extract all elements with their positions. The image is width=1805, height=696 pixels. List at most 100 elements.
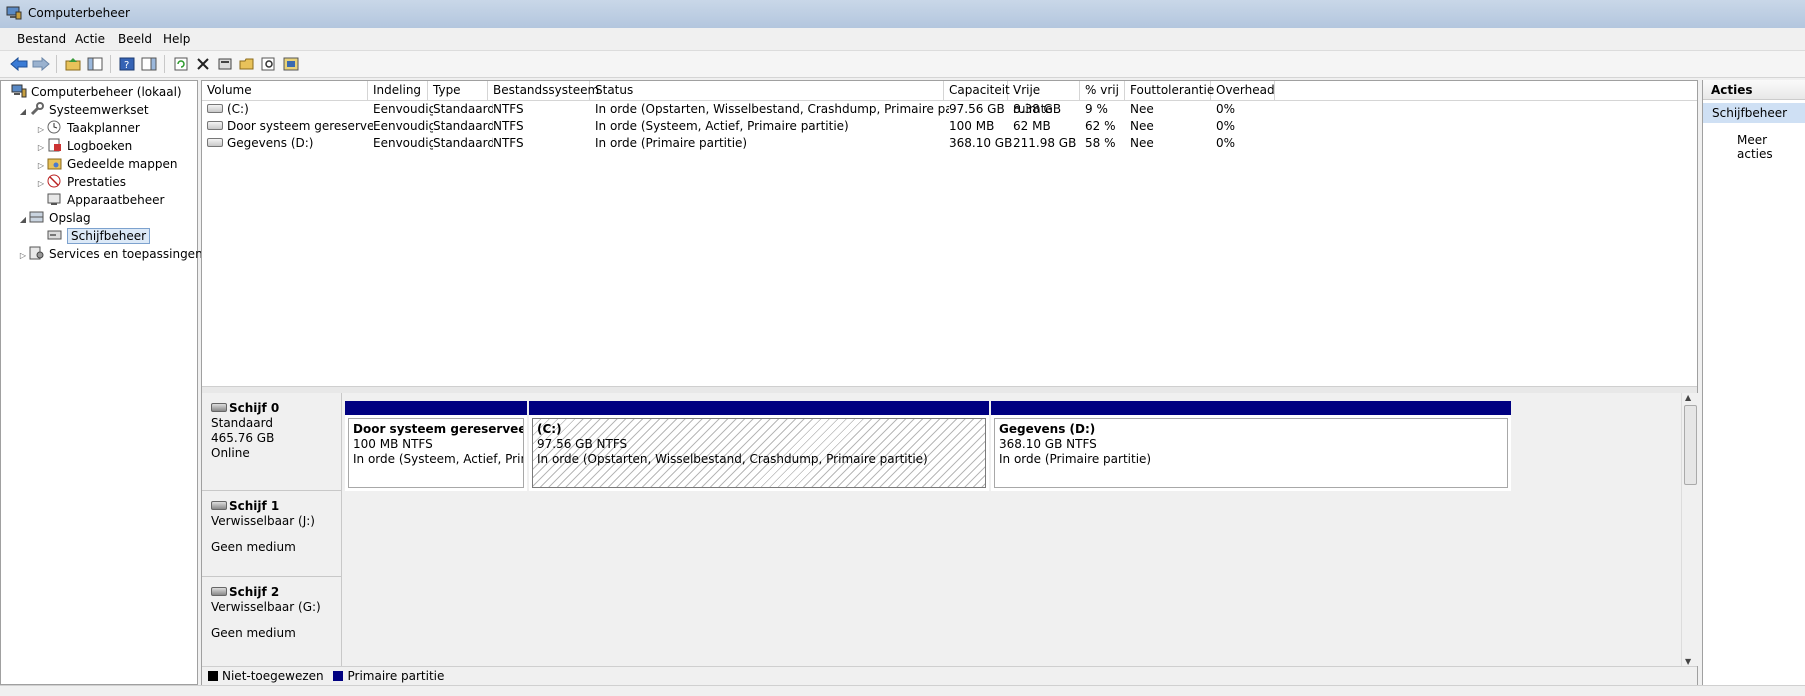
table-row[interactable]: Door systeem gereserveerd Eenvoudig Stan… bbox=[202, 118, 1697, 135]
toolbar-separator bbox=[110, 55, 111, 73]
tree-item-computerbeheer[interactable]: Computerbeheer (lokaal) bbox=[11, 83, 182, 101]
tree-item-apparaatbeheer[interactable]: Apparaatbeheer bbox=[47, 191, 164, 209]
tree-item-taakplanner[interactable]: ▷ Taakplanner bbox=[35, 119, 140, 137]
overhead-cell: 0% bbox=[1216, 102, 1236, 116]
column-header-vrije-ruimte[interactable]: Vrije ruimte bbox=[1008, 81, 1080, 116]
menu-actie[interactable]: Actie bbox=[75, 32, 105, 46]
column-header-procent-vrij[interactable]: % vrij bbox=[1080, 81, 1125, 100]
tree-item-systeemwerkset[interactable]: ◢ Systeemwerkset bbox=[17, 101, 149, 119]
computer-management-icon bbox=[6, 6, 22, 20]
scroll-thumb[interactable] bbox=[1684, 405, 1697, 485]
disk-0-partitions: Door systeem gereserveerd 100 MB NTFS In… bbox=[342, 393, 1669, 492]
fault-tolerance-cell: Nee bbox=[1130, 119, 1154, 133]
primary-partition-bar bbox=[529, 401, 989, 415]
drive-icon bbox=[207, 121, 223, 130]
column-header-type[interactable]: Type bbox=[428, 81, 488, 100]
more-actions-link[interactable]: Meer acties bbox=[1737, 133, 1805, 161]
partition-system-reserved[interactable]: Door systeem gereserveerd 100 MB NTFS In… bbox=[345, 401, 527, 491]
filesystem-cell: NTFS bbox=[493, 136, 524, 150]
help-icon[interactable]: ? bbox=[118, 55, 136, 73]
menu-beeld[interactable]: Beeld bbox=[118, 32, 152, 46]
volume-list: Volume Indeling Type Bestandssysteem Sta… bbox=[202, 81, 1697, 386]
tree-item-schijfbeheer[interactable]: Schijfbeheer bbox=[47, 227, 151, 245]
partition-d[interactable]: Gegevens (D:) 368.10 GB NTFS In orde (Pr… bbox=[991, 401, 1511, 491]
scroll-down-icon[interactable]: ▼ bbox=[1685, 657, 1691, 666]
column-header-indeling[interactable]: Indeling bbox=[368, 81, 428, 100]
delete-icon[interactable] bbox=[194, 55, 212, 73]
volume-cell: (C:) bbox=[202, 101, 373, 118]
disk-1-area bbox=[342, 491, 1669, 578]
menu-help[interactable]: Help bbox=[163, 32, 190, 46]
collapse-arrow-icon[interactable]: ◢ bbox=[17, 103, 29, 121]
up-folder-icon[interactable] bbox=[64, 55, 82, 73]
disk-map-scrollbar[interactable]: ▲ ▼ bbox=[1681, 393, 1698, 666]
properties-icon[interactable] bbox=[216, 55, 234, 73]
toolbar: ? bbox=[0, 51, 1805, 78]
table-row[interactable]: Gegevens (D:) Eenvoudig Standaard NTFS I… bbox=[202, 135, 1697, 152]
tree-item-opslag[interactable]: ◢ Opslag bbox=[17, 209, 91, 227]
primary-partition-bar bbox=[345, 401, 527, 415]
title-bar: Computerbeheer bbox=[0, 0, 1805, 28]
capacity-cell: 100 MB bbox=[949, 119, 995, 133]
percent-free-cell: 58 % bbox=[1085, 136, 1116, 150]
forward-icon[interactable] bbox=[32, 55, 50, 73]
show-hide-tree-icon[interactable] bbox=[86, 55, 104, 73]
scroll-up-icon[interactable]: ▲ bbox=[1685, 393, 1691, 402]
tree-item-gedeelde-mappen[interactable]: ▷ Gedeelde mappen bbox=[35, 155, 178, 173]
disk-1-label[interactable]: Schijf 1 Verwisselbaar (J:) Geen medium bbox=[202, 491, 342, 577]
show-hide-actions-icon[interactable] bbox=[140, 55, 158, 73]
column-header-overhead[interactable]: Overhead bbox=[1211, 81, 1275, 100]
column-header-capaciteit[interactable]: Capaciteit bbox=[944, 81, 1010, 100]
percent-free-cell: 9 % bbox=[1085, 102, 1108, 116]
layout-cell: Eenvoudig bbox=[373, 119, 433, 133]
menu-bestand[interactable]: Bestand bbox=[17, 32, 66, 46]
table-row[interactable]: (C:) Eenvoudig Standaard NTFS In orde (O… bbox=[202, 101, 1697, 118]
capacity-cell: 97.56 GB bbox=[949, 102, 1005, 116]
drive-icon bbox=[207, 138, 223, 147]
performance-icon bbox=[47, 174, 63, 188]
services-icon bbox=[29, 246, 45, 260]
volume-list-header: Volume Indeling Type Bestandssysteem Sta… bbox=[202, 81, 1697, 116]
free-space-cell: 211.98 GB bbox=[1013, 136, 1077, 150]
expand-arrow-icon[interactable]: ▷ bbox=[35, 175, 47, 193]
tree-item-prestaties[interactable]: ▷ Prestaties bbox=[35, 173, 126, 191]
column-header-fouttolerantie[interactable]: Fouttolerantie bbox=[1125, 81, 1214, 100]
type-cell: Standaard bbox=[433, 136, 493, 150]
menu-bar: Bestand Actie Beeld Help bbox=[0, 28, 1805, 51]
status-cell: In orde (Primaire partitie) bbox=[595, 136, 748, 150]
toolbar-separator bbox=[56, 55, 57, 73]
status-bar bbox=[0, 685, 1805, 696]
tree-item-logboeken[interactable]: ▷ Logboeken bbox=[35, 137, 132, 155]
overhead-cell: 0% bbox=[1216, 119, 1236, 133]
disk-map: Schijf 0 Standaard 465.76 GB Online Door… bbox=[202, 393, 1697, 666]
column-header-volume[interactable]: Volume bbox=[202, 81, 368, 100]
window-title: Computerbeheer bbox=[28, 6, 130, 20]
open-folder-icon[interactable] bbox=[238, 55, 256, 73]
partition-c[interactable]: (C:) 97.56 GB NTFS In orde (Opstarten, W… bbox=[529, 401, 989, 491]
settings-icon[interactable] bbox=[282, 55, 300, 73]
primary-partition-bar bbox=[991, 401, 1511, 415]
collapse-arrow-icon[interactable]: ◢ bbox=[17, 211, 29, 229]
expand-arrow-icon[interactable]: ▷ bbox=[17, 247, 29, 265]
type-cell: Standaard bbox=[433, 119, 493, 133]
refresh-icon[interactable] bbox=[172, 55, 190, 73]
disk-2-label[interactable]: Schijf 2 Verwisselbaar (G:) Geen medium bbox=[202, 577, 342, 666]
actions-section-schijfbeheer[interactable]: Schijfbeheer bbox=[1703, 103, 1805, 123]
computer-icon bbox=[11, 84, 27, 98]
disk-icon bbox=[211, 501, 227, 510]
capacity-cell: 368.10 GB bbox=[949, 136, 1013, 150]
back-icon[interactable] bbox=[10, 55, 28, 73]
storage-icon bbox=[29, 210, 45, 224]
legend-unallocated: Niet-toegewezen bbox=[222, 669, 324, 683]
toolbar-separator bbox=[164, 55, 165, 73]
device-manager-icon bbox=[47, 192, 63, 206]
column-header-status[interactable]: Status bbox=[590, 81, 944, 100]
actions-header: Acties bbox=[1703, 80, 1805, 100]
disk-management-icon bbox=[47, 228, 63, 242]
disk-0-label[interactable]: Schijf 0 Standaard 465.76 GB Online bbox=[202, 393, 342, 491]
disk-2-area bbox=[342, 577, 1669, 666]
column-header-bestandssysteem[interactable]: Bestandssysteem bbox=[488, 81, 599, 100]
tree-item-services[interactable]: ▷ Services en toepassingen bbox=[17, 245, 203, 263]
legend-primary: Primaire partitie bbox=[347, 669, 445, 683]
find-icon[interactable] bbox=[260, 55, 278, 73]
